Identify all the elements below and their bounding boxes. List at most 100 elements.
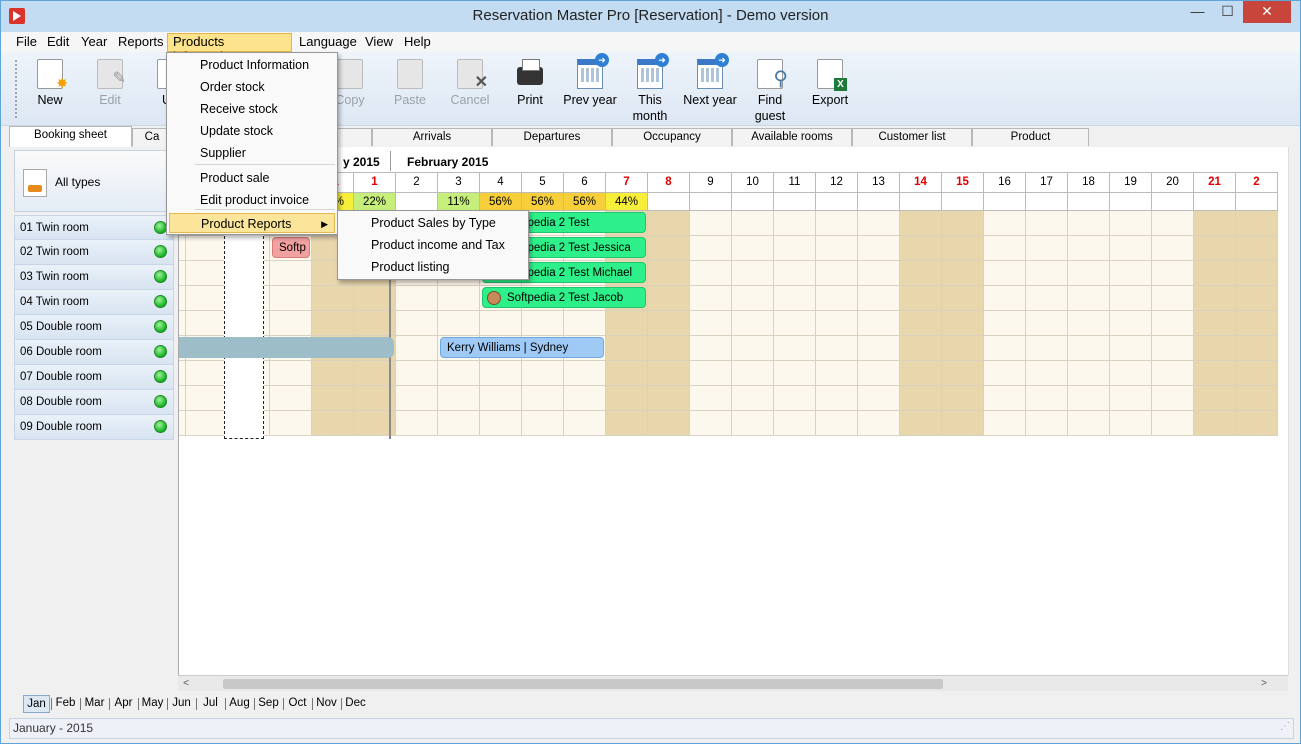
day-header[interactable]: 2	[396, 172, 438, 192]
booking-cell[interactable]	[942, 311, 984, 336]
booking-cell[interactable]	[900, 286, 942, 311]
booking-cell[interactable]	[522, 411, 564, 436]
booking-cell[interactable]	[942, 386, 984, 411]
day-header[interactable]: 19	[1110, 172, 1152, 192]
room-row[interactable]: 06 Double room	[14, 340, 174, 365]
booking-cell[interactable]	[1068, 336, 1110, 361]
booking-cell[interactable]	[179, 411, 186, 436]
room-type-filter[interactable]: All types	[14, 150, 174, 212]
booking-cell[interactable]	[1110, 361, 1152, 386]
booking-cell[interactable]	[1152, 361, 1194, 386]
booking-cell[interactable]	[984, 211, 1026, 236]
booking-cell[interactable]	[1152, 236, 1194, 261]
day-header[interactable]: 18	[1068, 172, 1110, 192]
booking-cell[interactable]	[648, 211, 690, 236]
booking-cell[interactable]	[858, 336, 900, 361]
booking-cell[interactable]	[648, 411, 690, 436]
month-tab-may[interactable]: May	[139, 695, 166, 713]
menu-item-product-income-and-tax[interactable]: Product income and Tax	[340, 234, 526, 256]
booking-cell[interactable]	[900, 361, 942, 386]
booking-cell[interactable]	[648, 361, 690, 386]
booking-cell[interactable]	[1152, 261, 1194, 286]
day-header[interactable]: 5	[522, 172, 564, 192]
booking-bar[interactable]: Softpedia 2 Test Jacob	[482, 287, 646, 308]
booking-cell[interactable]	[1110, 386, 1152, 411]
booking-cell[interactable]	[900, 311, 942, 336]
booking-cell[interactable]	[1236, 286, 1278, 311]
booking-cell[interactable]	[186, 236, 228, 261]
menu-year[interactable]: Year	[76, 33, 110, 52]
day-header[interactable]: 10	[732, 172, 774, 192]
booking-cell[interactable]	[312, 386, 354, 411]
close-button[interactable]: ✕	[1243, 1, 1291, 23]
booking-cell[interactable]	[858, 211, 900, 236]
booking-cell[interactable]	[690, 311, 732, 336]
booking-cell[interactable]	[179, 236, 186, 261]
booking-cell[interactable]	[606, 361, 648, 386]
booking-cell[interactable]	[690, 361, 732, 386]
booking-cell[interactable]	[816, 261, 858, 286]
new-button[interactable]: New	[20, 57, 80, 123]
tab-product[interactable]: Product	[972, 128, 1089, 146]
month-tab-oct[interactable]: Oct	[284, 695, 311, 713]
menu-item-product-reports[interactable]: Product Reports ▶	[169, 213, 335, 233]
menu-view[interactable]: View	[360, 33, 398, 52]
month-tab-jul[interactable]: Jul	[197, 695, 224, 713]
menu-file[interactable]: File	[11, 33, 39, 52]
booking-cell[interactable]	[186, 411, 228, 436]
booking-cell[interactable]	[480, 411, 522, 436]
booking-cell[interactable]	[396, 336, 438, 361]
booking-cell[interactable]	[1026, 386, 1068, 411]
booking-cell[interactable]	[816, 311, 858, 336]
booking-cell[interactable]	[984, 361, 1026, 386]
booking-cell[interactable]	[396, 386, 438, 411]
booking-cell[interactable]	[1068, 236, 1110, 261]
booking-cell[interactable]	[984, 236, 1026, 261]
booking-cell[interactable]	[186, 261, 228, 286]
booking-cell[interactable]	[179, 261, 186, 286]
booking-cell[interactable]	[900, 261, 942, 286]
booking-cell[interactable]	[774, 311, 816, 336]
booking-cell[interactable]	[816, 336, 858, 361]
scroll-right-icon[interactable]: >	[1256, 676, 1272, 692]
print-button[interactable]: Print	[500, 57, 560, 123]
booking-cell[interactable]	[1110, 336, 1152, 361]
booking-bar[interactable]	[179, 337, 394, 358]
booking-cell[interactable]	[1236, 261, 1278, 286]
booking-cell[interactable]	[186, 361, 228, 386]
month-tab-aug[interactable]: Aug	[226, 695, 253, 713]
booking-cell[interactable]	[179, 286, 186, 311]
booking-cell[interactable]	[942, 236, 984, 261]
day-header[interactable]: 2	[1236, 172, 1278, 192]
horizontal-scrollbar[interactable]: < >	[178, 675, 1288, 691]
booking-cell[interactable]	[774, 411, 816, 436]
booking-cell[interactable]	[984, 386, 1026, 411]
booking-cell[interactable]	[1026, 311, 1068, 336]
booking-cell[interactable]	[816, 286, 858, 311]
booking-cell[interactable]	[606, 386, 648, 411]
booking-cell[interactable]	[396, 311, 438, 336]
day-header[interactable]: 15	[942, 172, 984, 192]
booking-cell[interactable]	[186, 386, 228, 411]
day-header[interactable]: 16	[984, 172, 1026, 192]
booking-cell[interactable]	[1110, 286, 1152, 311]
tab-booking-sheet[interactable]: Booking sheet	[9, 126, 132, 147]
booking-cell[interactable]	[1152, 286, 1194, 311]
day-header[interactable]: 6	[564, 172, 606, 192]
month-tab-dec[interactable]: Dec	[342, 695, 369, 713]
booking-cell[interactable]	[816, 361, 858, 386]
next-year-button[interactable]: Next year	[680, 53, 740, 123]
booking-cell[interactable]	[900, 386, 942, 411]
booking-cell[interactable]	[1026, 211, 1068, 236]
booking-cell[interactable]	[186, 286, 228, 311]
booking-cell[interactable]	[858, 286, 900, 311]
booking-cell[interactable]	[438, 311, 480, 336]
booking-cell[interactable]	[1236, 386, 1278, 411]
booking-cell[interactable]	[522, 361, 564, 386]
booking-cell[interactable]	[690, 261, 732, 286]
minimize-button[interactable]: —	[1183, 1, 1212, 23]
menu-item-edit-product-invoice[interactable]: Edit product invoice	[169, 190, 335, 210]
booking-cell[interactable]	[1194, 336, 1236, 361]
booking-cell[interactable]	[732, 236, 774, 261]
booking-cell[interactable]	[1236, 311, 1278, 336]
